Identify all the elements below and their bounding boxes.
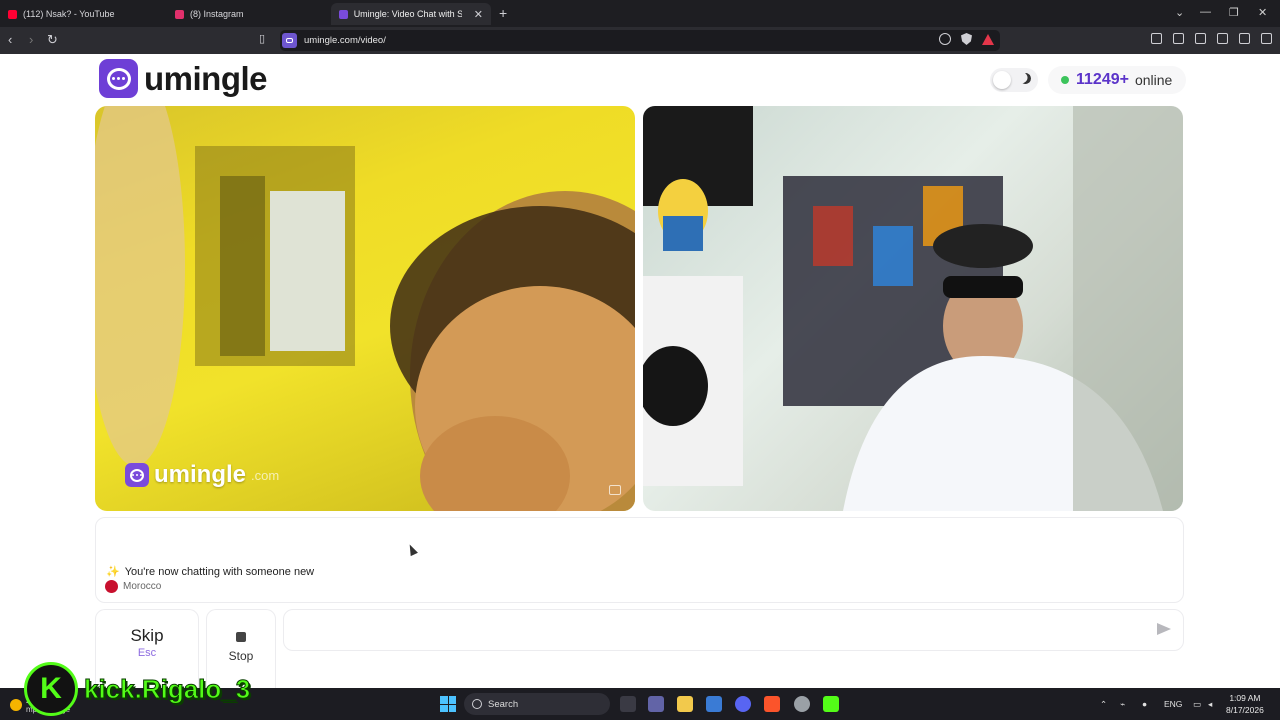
toggle-knob bbox=[993, 71, 1011, 89]
store-icon[interactable] bbox=[706, 696, 722, 712]
umingle-watermark: umingle .com bbox=[125, 461, 279, 489]
tab-label: (112) Nsak? - YouTube bbox=[23, 9, 115, 19]
maximize-icon[interactable]: ❐ bbox=[1229, 6, 1239, 19]
tab-instagram[interactable]: (8) Instagram bbox=[167, 3, 329, 25]
task-view-icon[interactable] bbox=[620, 696, 636, 712]
brave-icon[interactable] bbox=[764, 696, 780, 712]
windows-start-icon[interactable] bbox=[440, 696, 456, 712]
browser-nav-bar: ‹ › ↻ ▯ umingle.com/video/ bbox=[0, 27, 1280, 54]
dark-mode-toggle[interactable] bbox=[990, 68, 1038, 92]
minimize-icon[interactable]: — bbox=[1200, 6, 1211, 18]
brave-rewards-icon[interactable] bbox=[982, 33, 994, 45]
logo-text: umingle bbox=[144, 59, 268, 97]
volume-icon[interactable]: ◂ bbox=[1208, 699, 1212, 710]
tray-overflow-icon[interactable]: ⌃ bbox=[1100, 699, 1107, 710]
streamer-handle: kick.Rigalo_3 bbox=[83, 673, 251, 704]
online-label: online bbox=[1134, 72, 1173, 88]
weather-icon bbox=[10, 699, 22, 711]
search-label: Search bbox=[488, 698, 519, 710]
kick-logo-letter: K bbox=[40, 672, 62, 705]
umingle-favicon-icon bbox=[339, 9, 348, 19]
taskbar-search[interactable]: Search bbox=[464, 693, 610, 715]
watermark-text: umingle bbox=[154, 461, 247, 488]
forward-icon[interactable]: › bbox=[29, 32, 33, 47]
leo-ai-icon[interactable] bbox=[1217, 33, 1228, 44]
tab-label: (8) Instagram bbox=[190, 9, 244, 19]
tab-label: Umingle: Video Chat with Str bbox=[353, 9, 462, 19]
watermark-logo-icon bbox=[125, 463, 149, 487]
taskbar-clock[interactable]: 1:09 AM 8/17/2026 bbox=[1226, 692, 1264, 716]
site-info-icon[interactable] bbox=[282, 33, 297, 48]
sidebar-icon[interactable] bbox=[1173, 33, 1184, 44]
search-icon bbox=[472, 699, 482, 709]
tab-search-icon[interactable]: ⌄ bbox=[1175, 6, 1184, 19]
stranger-video: umingle .com bbox=[95, 106, 635, 511]
send-icon[interactable] bbox=[1157, 623, 1171, 635]
network-icon[interactable]: ⌁ bbox=[1120, 699, 1125, 710]
message-input[interactable] bbox=[283, 609, 1184, 651]
browser-tab-bar: (112) Nsak? - YouTube (8) Instagram Umin… bbox=[0, 0, 1280, 27]
sparkle-icon: ✨ bbox=[106, 566, 120, 578]
mic-icon[interactable]: ● bbox=[1142, 699, 1147, 709]
system-message-text: You're now chatting with someone new bbox=[124, 565, 315, 578]
tab-umingle[interactable]: Umingle: Video Chat with Str ✕ bbox=[331, 3, 491, 25]
zoom-icon[interactable] bbox=[939, 33, 951, 45]
instagram-icon bbox=[175, 9, 184, 19]
watermark-suffix: .com bbox=[251, 467, 280, 483]
discord-icon[interactable] bbox=[735, 696, 751, 712]
report-flag-icon[interactable] bbox=[609, 485, 621, 495]
file-explorer-icon[interactable] bbox=[677, 696, 693, 712]
country-name: Morocco bbox=[123, 581, 162, 592]
kick-logo-icon: K bbox=[24, 662, 78, 716]
wallet-icon[interactable] bbox=[1195, 33, 1206, 44]
language-indicator[interactable]: ENG bbox=[1164, 699, 1182, 709]
stranger-country: Morocco bbox=[105, 580, 161, 593]
youtube-icon bbox=[8, 9, 17, 19]
app-icon[interactable] bbox=[794, 696, 810, 712]
brave-shields-icon[interactable] bbox=[961, 33, 972, 45]
new-tab-icon[interactable]: + bbox=[499, 5, 507, 21]
display-icon[interactable]: ▭ bbox=[1193, 699, 1201, 710]
media-icon[interactable] bbox=[1151, 33, 1162, 44]
online-count: 11249+ bbox=[1076, 71, 1129, 88]
kick-stream-overlay: K kick.Rigalo_3 bbox=[24, 662, 251, 716]
kick-app-icon[interactable] bbox=[823, 696, 839, 712]
stranger-video-scene bbox=[95, 106, 635, 511]
chat-bubble-icon bbox=[99, 59, 138, 98]
stop-icon bbox=[236, 632, 246, 642]
system-message: ✨ You're now chatting with someone new bbox=[106, 565, 315, 579]
url-text: umingle.com/video/ bbox=[304, 35, 386, 46]
back-icon[interactable]: ‹ bbox=[8, 32, 12, 47]
site-logo[interactable]: umingle bbox=[99, 59, 268, 98]
reload-icon[interactable]: ↻ bbox=[47, 32, 58, 48]
clock-time: 1:09 AM bbox=[1229, 693, 1261, 703]
tab-youtube[interactable]: (112) Nsak? - YouTube bbox=[0, 3, 165, 25]
online-counter: 11249+ online bbox=[1048, 66, 1186, 94]
skip-label: Skip bbox=[130, 626, 164, 645]
bookmark-icon[interactable]: ▯ bbox=[259, 32, 265, 45]
stop-label: Stop bbox=[228, 649, 254, 663]
close-tab-icon[interactable]: ✕ bbox=[474, 8, 483, 21]
self-video-scene bbox=[643, 106, 1183, 511]
vpn-icon[interactable] bbox=[1239, 33, 1250, 44]
address-bar[interactable]: umingle.com/video/ bbox=[280, 30, 1000, 51]
clock-date: 8/17/2026 bbox=[1226, 705, 1264, 715]
online-dot-icon bbox=[1061, 76, 1069, 84]
menu-icon[interactable] bbox=[1261, 33, 1272, 44]
umingle-page: umingle 11249+ online umingle .com ✨ You… bbox=[0, 54, 1280, 688]
morocco-flag-icon bbox=[105, 580, 118, 593]
toolbar-icons bbox=[1151, 33, 1272, 44]
self-video bbox=[643, 106, 1183, 511]
moon-icon bbox=[1018, 71, 1032, 85]
close-window-icon[interactable]: ✕ bbox=[1258, 6, 1267, 19]
chat-panel: ✨ You're now chatting with someone new M… bbox=[95, 517, 1184, 603]
teams-icon[interactable] bbox=[648, 696, 664, 712]
skip-shortcut: Esc bbox=[137, 647, 157, 659]
